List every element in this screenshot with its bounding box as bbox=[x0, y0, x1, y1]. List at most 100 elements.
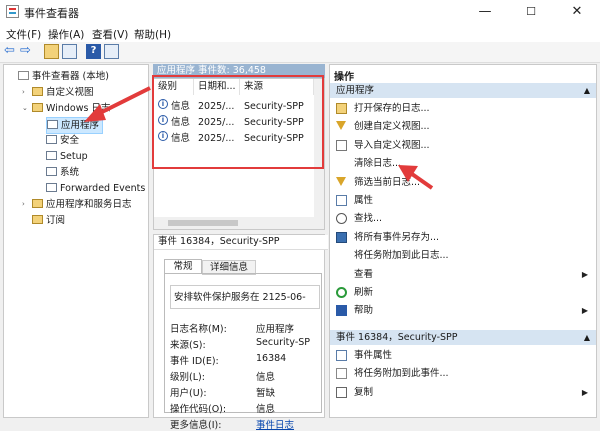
event-log-link[interactable]: 事件日志 bbox=[256, 417, 320, 431]
action-item[interactable]: 将所有事件另存为... bbox=[330, 229, 596, 246]
folder-icon bbox=[336, 103, 347, 114]
action-item[interactable]: 清除日志... bbox=[330, 155, 596, 172]
action-label: 复制 bbox=[354, 386, 374, 398]
find-icon bbox=[336, 213, 347, 225]
action-item[interactable]: 查找... bbox=[330, 210, 596, 227]
tree-item-label: Setup bbox=[60, 151, 88, 162]
action-label: 属性 bbox=[354, 195, 374, 206]
menu-view[interactable]: 查看(V) bbox=[92, 27, 128, 42]
properties-icon bbox=[336, 350, 347, 361]
action-item[interactable]: 筛选当前日志... bbox=[330, 174, 596, 191]
tree-item-label: Forwarded Events bbox=[60, 183, 146, 194]
action-item[interactable]: 创建自定义视图... bbox=[330, 118, 596, 135]
action-label: 创建自定义视图... bbox=[354, 121, 430, 133]
tree-item[interactable]: Setup bbox=[46, 149, 88, 164]
collapse-icon[interactable]: ▲ bbox=[584, 83, 590, 98]
action-label: 查找... bbox=[354, 213, 383, 225]
tree-item-label: 订阅 bbox=[46, 215, 66, 226]
field-value: 16384 bbox=[256, 353, 287, 364]
actions-section-application[interactable]: 应用程序 ▲ bbox=[330, 83, 596, 98]
action-label: 清除日志... bbox=[354, 158, 402, 170]
action-item[interactable]: 属性 bbox=[330, 192, 596, 209]
menu-file[interactable]: 文件(F) bbox=[6, 27, 41, 42]
back-icon[interactable]: ⇦ bbox=[4, 44, 19, 59]
task-icon bbox=[336, 368, 347, 380]
minimize-button[interactable]: — bbox=[462, 0, 508, 24]
copy-icon bbox=[336, 386, 347, 398]
log-icon bbox=[46, 135, 57, 144]
action-item[interactable]: 打开保存的日志... bbox=[330, 100, 596, 117]
show-action-pane-icon[interactable] bbox=[104, 44, 119, 59]
menu-help[interactable]: 帮助(H) bbox=[134, 27, 171, 42]
field-label: 事件 ID(E): bbox=[170, 356, 219, 367]
event-detail-pane: 事件 16384，Security-SPP 常规 详细信息 安排软件保护服务在 … bbox=[153, 234, 328, 431]
window-title: 事件查看器 bbox=[24, 7, 79, 20]
folder-icon bbox=[32, 103, 43, 112]
tree-item[interactable]: ⌄ Windows 日志 bbox=[22, 101, 111, 116]
show-hide-tree-icon[interactable] bbox=[62, 44, 77, 59]
help-icon[interactable]: ? bbox=[86, 44, 101, 59]
highlight-box bbox=[152, 75, 324, 169]
tree-item[interactable]: Forwarded Events bbox=[46, 181, 145, 196]
action-item[interactable]: 复制 ▶ bbox=[330, 384, 596, 401]
tree-item[interactable]: 订阅 bbox=[32, 213, 65, 228]
tree-item[interactable]: › 自定义视图 bbox=[22, 85, 94, 100]
log-icon bbox=[46, 151, 57, 160]
tree-item[interactable]: 事件查看器 (本地) bbox=[18, 69, 109, 84]
expand-icon[interactable]: › bbox=[22, 85, 25, 100]
maximize-button[interactable]: ☐ bbox=[508, 0, 554, 24]
action-label: 将所有事件另存为... bbox=[354, 231, 440, 243]
action-item[interactable]: 刷新 bbox=[330, 284, 596, 301]
section-label: 事件 16384，Security-SPP bbox=[336, 332, 458, 343]
submenu-arrow-icon: ▶ bbox=[581, 269, 588, 279]
forward-icon[interactable]: ⇨ bbox=[20, 44, 35, 59]
help-icon bbox=[336, 305, 347, 317]
event-viewer-icon bbox=[18, 71, 29, 80]
field-label: 来源(S): bbox=[170, 340, 206, 351]
field-value: 暂缺 bbox=[256, 388, 276, 399]
action-item[interactable]: 查看 ▶ bbox=[330, 266, 596, 283]
folder-icon bbox=[32, 87, 43, 96]
tree-item-label: Windows 日志 bbox=[46, 103, 111, 114]
action-label: 帮助 bbox=[354, 305, 374, 317]
event-message: 安排软件保护服务在 2125-06- bbox=[170, 285, 320, 309]
action-item[interactable]: 导入自定义视图... bbox=[330, 137, 596, 154]
toolbar: ⇦ ⇨ ? bbox=[0, 42, 600, 63]
navigation-tree: 事件查看器 (本地) › 自定义视图 ⌄ Windows 日志应用程序 安全 Setup 系统… bbox=[3, 64, 149, 418]
field-label: 用户(U): bbox=[170, 388, 207, 399]
log-icon bbox=[46, 167, 57, 176]
close-button[interactable]: ✕ bbox=[554, 0, 600, 24]
list-scroll-thumb[interactable] bbox=[168, 220, 238, 226]
action-item[interactable]: 将任务附加到此日志... bbox=[330, 247, 596, 264]
tree-item-label: 应用程序和服务日志 bbox=[46, 199, 132, 210]
event-detail-title: 事件 16384，Security-SPP bbox=[154, 235, 328, 250]
tree-item[interactable]: 安全 bbox=[46, 133, 79, 148]
event-viewer-icon bbox=[6, 5, 19, 18]
expand-icon[interactable]: › bbox=[22, 197, 25, 212]
tree-item[interactable]: 应用程序 bbox=[46, 117, 104, 134]
field-value: 信息 bbox=[256, 372, 276, 383]
actions-section-event[interactable]: 事件 16384，Security-SPP ▲ bbox=[330, 330, 596, 345]
action-item[interactable]: 帮助 ▶ bbox=[330, 302, 596, 319]
field-label: 日志名称(M): bbox=[170, 324, 227, 335]
expand-icon[interactable]: ⌄ bbox=[22, 101, 28, 116]
submenu-arrow-icon: ▶ bbox=[581, 387, 588, 397]
action-label: 查看 bbox=[354, 268, 374, 280]
action-item[interactable]: 事件属性 bbox=[330, 347, 596, 364]
tree-item[interactable]: 系统 bbox=[46, 165, 79, 180]
folder-icon bbox=[32, 215, 43, 224]
log-icon bbox=[46, 183, 57, 192]
title-bar: 事件查看器 — ☐ ✕ bbox=[0, 0, 600, 24]
collapse-icon[interactable]: ▲ bbox=[584, 330, 590, 345]
tree-item[interactable]: › 应用程序和服务日志 bbox=[22, 197, 132, 212]
field-value: 应用程序 bbox=[256, 324, 295, 335]
action-label: 导入自定义视图... bbox=[354, 139, 430, 151]
up-folder-icon[interactable] bbox=[44, 44, 59, 59]
filter-icon bbox=[336, 121, 346, 131]
menu-action[interactable]: 操作(A) bbox=[48, 27, 84, 42]
tree-item-label: 事件查看器 (本地) bbox=[32, 71, 109, 82]
field-value: 信息 bbox=[256, 404, 276, 415]
field-value: Security-SP bbox=[256, 337, 311, 348]
action-item[interactable]: 将任务附加到此事件... bbox=[330, 365, 596, 382]
tab-general[interactable]: 常规 bbox=[164, 259, 202, 274]
